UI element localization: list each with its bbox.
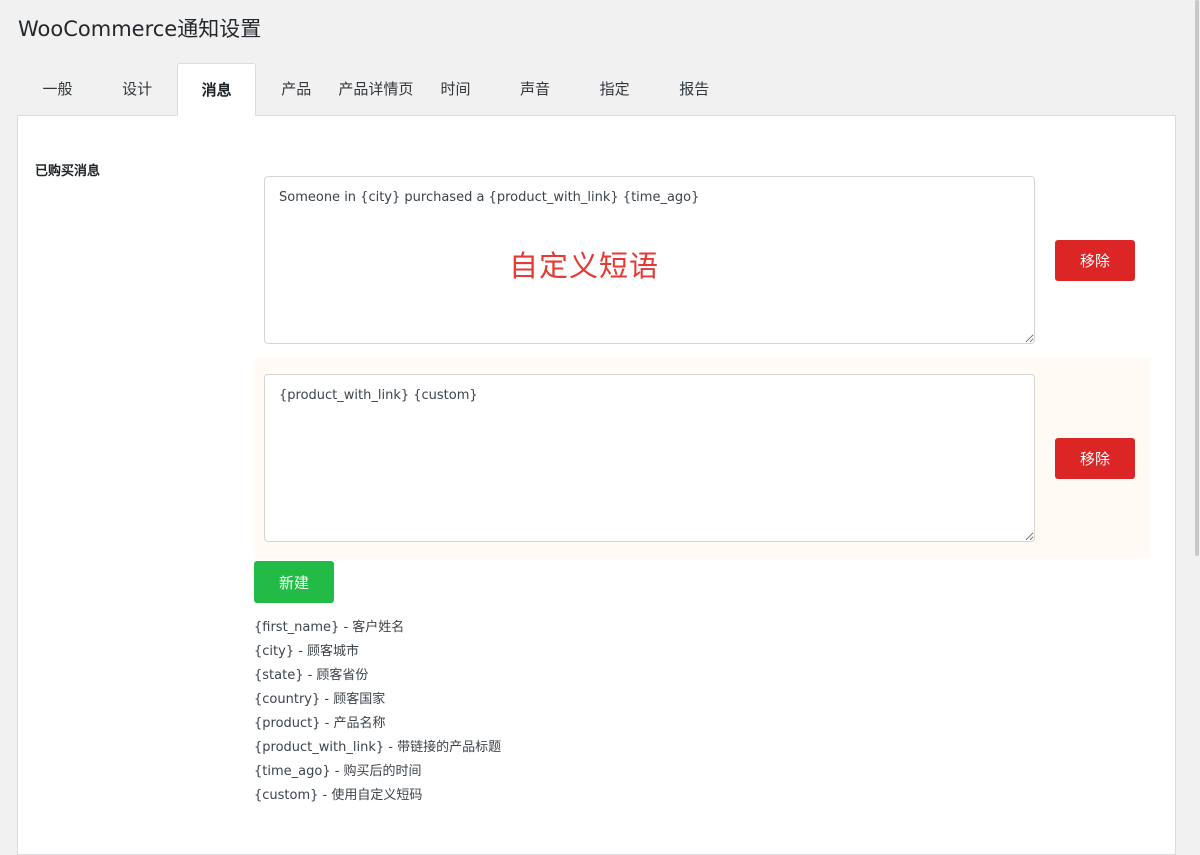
tab-product-detail[interactable]: 产品详情页 (336, 63, 415, 115)
shortcode-custom: {custom} - 使用自定义短码 (254, 788, 423, 803)
page-title: WooCommerce通知设置 (18, 17, 262, 41)
shortcode-product-with-link: {product_with_link} - 带链接的产品标题 (254, 740, 502, 755)
message-textarea-2[interactable] (264, 374, 1035, 542)
shortcode-city: {city} - 顾客城市 (254, 644, 360, 659)
tab-time[interactable]: 时间 (416, 63, 495, 115)
tab-product[interactable]: 产品 (257, 63, 336, 115)
tab-design[interactable]: 设计 (98, 63, 177, 115)
shortcode-product: {product} - 产品名称 (254, 716, 386, 731)
shortcode-legend: {first_name} - 客户姓名 {city} - 顾客城市 {state… (254, 616, 501, 808)
shortcode-country: {country} - 顾客国家 (254, 692, 386, 707)
message-textarea-1[interactable] (264, 176, 1035, 344)
new-message-button[interactable]: 新建 (254, 561, 334, 603)
tab-messages[interactable]: 消息 (177, 63, 257, 116)
shortcode-first-name: {first_name} - 客户姓名 (254, 620, 405, 635)
tab-sound[interactable]: 声音 (496, 63, 575, 115)
shortcode-time-ago: {time_ago} - 购买后的时间 (254, 764, 422, 779)
tab-report[interactable]: 报告 (655, 63, 734, 115)
tab-general[interactable]: 一般 (18, 63, 97, 115)
settings-tabs: 一般 设计 消息 产品 产品详情页 时间 声音 指定 报告 (18, 63, 734, 116)
remove-message-2-button[interactable]: 移除 (1055, 438, 1135, 479)
page-scrollbar[interactable] (1193, 0, 1200, 837)
shortcode-state: {state} - 顾客省份 (254, 668, 369, 683)
scrollbar-thumb[interactable] (1195, 0, 1199, 556)
remove-message-1-button[interactable]: 移除 (1055, 240, 1135, 281)
tab-assign[interactable]: 指定 (575, 63, 654, 115)
purchased-message-label: 已购买消息 (35, 164, 101, 179)
